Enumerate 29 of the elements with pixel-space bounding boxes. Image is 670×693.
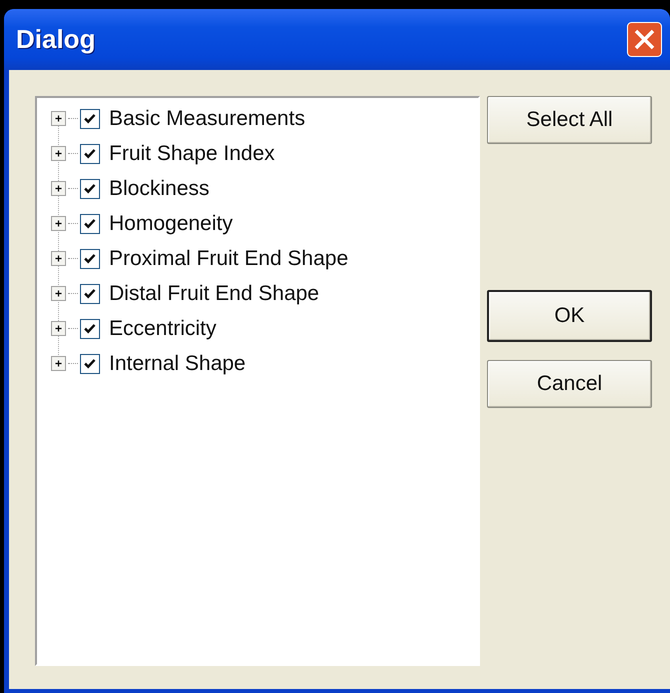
expand-icon[interactable] bbox=[51, 146, 66, 161]
checkbox[interactable] bbox=[80, 284, 100, 304]
expand-icon[interactable] bbox=[51, 111, 66, 126]
ok-button[interactable]: OK bbox=[487, 290, 652, 342]
checkbox[interactable] bbox=[80, 144, 100, 164]
checkbox[interactable] bbox=[80, 214, 100, 234]
expand-icon[interactable] bbox=[51, 251, 66, 266]
expand-icon[interactable] bbox=[51, 216, 66, 231]
checkbox[interactable] bbox=[80, 318, 100, 338]
dialog-button[interactable]: Select All bbox=[487, 96, 652, 144]
tree-item-label[interactable]: Blockiness bbox=[109, 176, 210, 200]
tree-item-label[interactable]: Basic Measurements bbox=[109, 106, 306, 130]
expand-icon[interactable] bbox=[51, 321, 66, 336]
expand-icon[interactable] bbox=[51, 356, 66, 371]
tree-item-label[interactable]: Eccentricity bbox=[109, 316, 216, 340]
window-title: Dialog bbox=[16, 24, 96, 55]
tree-item-label[interactable]: Homogeneity bbox=[109, 212, 233, 236]
tree-item-label[interactable]: Distal Fruit End Shape bbox=[109, 282, 320, 306]
close-icon[interactable] bbox=[627, 22, 662, 57]
expand-icon[interactable] bbox=[51, 286, 66, 301]
tree-item-label[interactable]: Fruit Shape Index bbox=[109, 142, 275, 166]
expand-icon[interactable] bbox=[51, 181, 66, 196]
tree-item-label[interactable]: Proximal Fruit End Shape bbox=[109, 246, 348, 270]
tree-item-label[interactable]: Internal Shape bbox=[109, 352, 246, 376]
dialog-button[interactable]: Cancel bbox=[487, 360, 652, 408]
checkbox[interactable] bbox=[80, 178, 100, 198]
checkbox[interactable] bbox=[80, 248, 100, 268]
checkbox[interactable] bbox=[80, 108, 100, 128]
checkbox[interactable] bbox=[80, 354, 100, 374]
